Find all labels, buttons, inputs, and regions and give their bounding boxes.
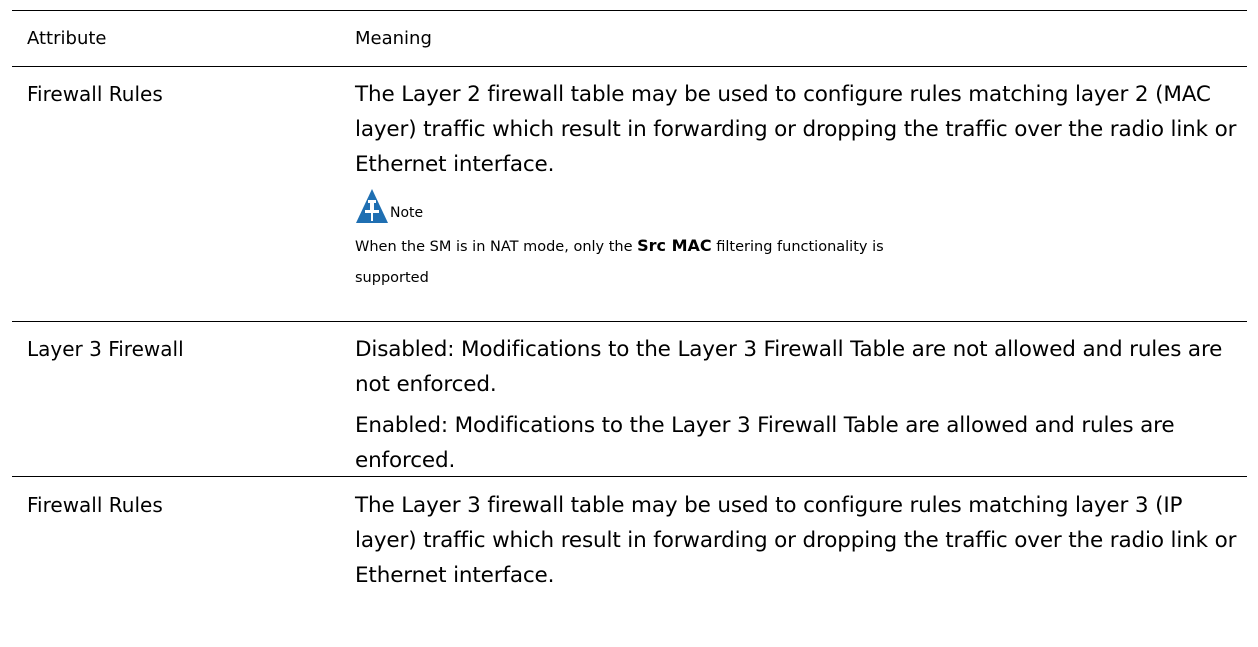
row-meaning: Disabled: Modifications to the Layer 3 F…: [355, 332, 1247, 476]
note-heading: Note: [355, 184, 1247, 224]
meaning-text: The Layer 2 firewall table may be used t…: [355, 82, 1237, 177]
meaning-paragraph-enabled: Enabled: Modifications to the Layer 3 Fi…: [355, 413, 1175, 473]
row-meaning: The Layer 2 firewall table may be used t…: [355, 77, 1247, 321]
note-text-before: When the SM is in NAT mode, only the: [355, 239, 638, 255]
note-text: When the SM is in NAT mode, only the Src…: [355, 230, 915, 294]
meaning-text: The Layer 3 firewall table may be used t…: [355, 493, 1237, 588]
attribute-table: Attribute Meaning Firewall Rules The Lay…: [12, 10, 1247, 647]
header-meaning: Meaning: [355, 27, 432, 49]
table-header-row: Attribute Meaning: [12, 11, 1247, 67]
header-attribute: Attribute: [27, 27, 107, 49]
row-attribute: Firewall Rules: [27, 493, 163, 517]
row-attribute: Firewall Rules: [27, 82, 163, 106]
row-meaning: The Layer 3 firewall table may be used t…: [355, 488, 1247, 647]
note-icon: [355, 188, 389, 224]
row-attribute: Layer 3 Firewall: [27, 337, 184, 361]
table-row: Layer 3 Firewall Disabled: Modifications…: [12, 322, 1247, 477]
meaning-paragraph-disabled: Disabled: Modifications to the Layer 3 F…: [355, 337, 1223, 397]
table-row: Firewall Rules The Layer 2 firewall tabl…: [12, 67, 1247, 322]
note-label: Note: [390, 205, 424, 221]
note-text-bold: Src MAC: [637, 236, 712, 255]
table-row: Firewall Rules The Layer 3 firewall tabl…: [12, 477, 1247, 647]
